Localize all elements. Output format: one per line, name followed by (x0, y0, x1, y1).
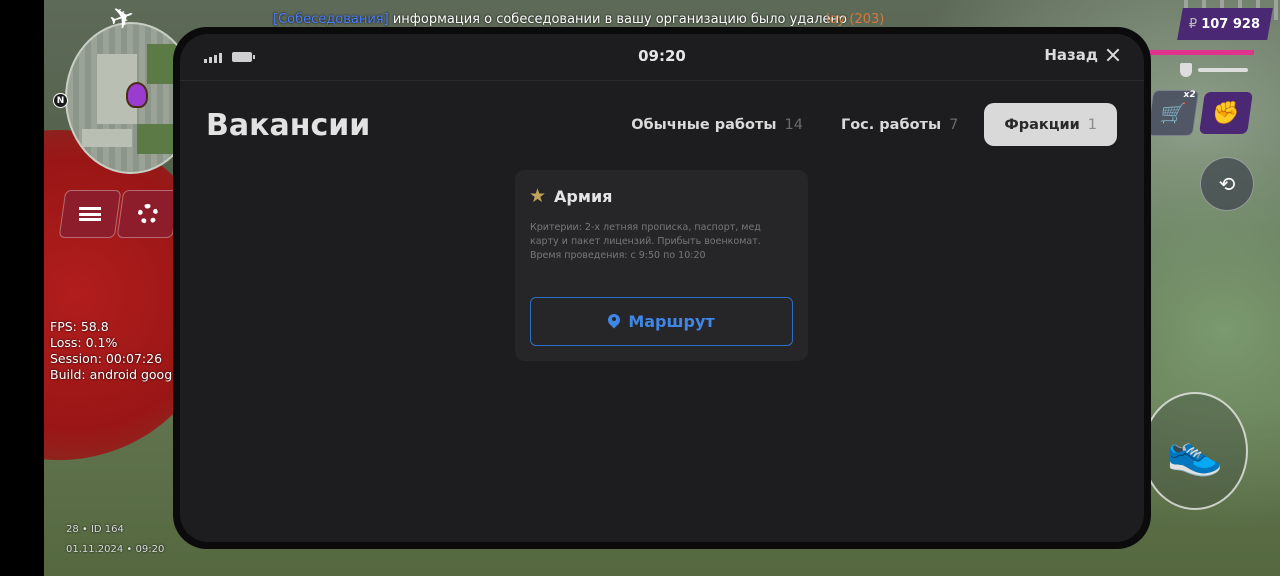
health-bar (1148, 50, 1254, 55)
chat-tag: [Собеседования] (273, 12, 389, 27)
star-icon: ★ (529, 185, 547, 207)
settings-icon (138, 204, 158, 224)
route-button[interactable]: Маршрут (530, 297, 793, 346)
vacancy-tabs: Обычные работы 14 Гос. работы 7 Фракции … (619, 103, 1117, 146)
player-footer: 28 • ID 164 01.11.2024 • 09:20 (66, 520, 164, 560)
debug-info: FPS: 58.8 Loss: 0.1% Session: 00:07:26 B… (50, 319, 172, 383)
tablet-device: 09:20 Назад Вакансии Обычные работы 14 Г… (173, 27, 1151, 549)
debug-fps: FPS: 58.8 (50, 319, 109, 334)
tab-factions[interactable]: Фракции 1 (984, 103, 1117, 146)
debug-loss: Loss: 0.1% (50, 335, 118, 350)
footer-datetime: 01.11.2024 • 09:20 (66, 544, 165, 555)
tab-label: Фракции (1004, 116, 1080, 133)
sneaker-icon: 👟 (1166, 423, 1224, 478)
player-id: 28 • ID 164 (66, 524, 124, 535)
tablet-screen: 09:20 Назад Вакансии Обычные работы 14 Г… (180, 34, 1144, 542)
fist-icon: ✊ (1210, 100, 1242, 126)
cart-icon: 🛒 (1158, 101, 1188, 125)
tab-gov-jobs[interactable]: Гос. работы 7 (829, 103, 972, 146)
fist-button[interactable]: ✊ (1199, 92, 1253, 134)
status-clock: 09:20 (638, 47, 686, 65)
close-icon[interactable] (1106, 48, 1120, 62)
money-value: 107 928 (1201, 16, 1261, 32)
camera-button[interactable]: ⟲ (1200, 157, 1254, 211)
chat-message: [Собеседования] информация о собеседован… (273, 12, 847, 27)
back-label: Назад (1044, 46, 1098, 64)
sprint-button[interactable]: 👟 (1142, 392, 1248, 510)
status-bar: 09:20 Назад (180, 34, 1144, 81)
menu-icon (79, 207, 101, 221)
player-marker-icon (126, 82, 148, 108)
job-title: Армия (554, 187, 613, 206)
settings-button[interactable] (116, 190, 180, 238)
currency-symbol: ₽ (1189, 16, 1198, 32)
shop-button[interactable]: 🛒 x2 (1146, 90, 1200, 136)
tab-count: 7 (949, 116, 959, 133)
tab-label: Обычные работы (631, 116, 777, 133)
multiplier-badge: x2 (1182, 90, 1197, 100)
left-black-bar (0, 0, 44, 576)
armor-bar (1198, 68, 1248, 72)
chat-text: информация о собеседовании в вашу органи… (392, 12, 847, 27)
debug-build: Build: android goog (50, 367, 173, 382)
north-icon: N (53, 93, 68, 108)
shield-icon (1180, 63, 1192, 77)
debug-session: Session: 00:07:26 (50, 351, 163, 366)
job-description: Критерии: 2-х летняя прописка, паспорт, … (530, 222, 761, 261)
job-header: ★ Армия (529, 185, 613, 207)
tab-label: Гос. работы (840, 116, 942, 133)
chat-tail: loy (203) (826, 12, 885, 27)
route-label: Маршрут (628, 312, 715, 331)
camera-icon: ⟲ (1218, 172, 1236, 196)
page-title: Вакансии (206, 108, 371, 143)
money-badge: ₽107 928 (1177, 8, 1273, 40)
back-button[interactable]: Назад (1044, 46, 1120, 64)
map-pin-icon (608, 314, 620, 330)
tab-count: 14 (784, 116, 803, 133)
menu-button[interactable] (58, 190, 122, 238)
job-card: ★ Армия Критерии: 2-х летняя прописка, п… (515, 170, 808, 361)
tab-count: 1 (1087, 116, 1097, 133)
armor-row (1180, 63, 1248, 77)
tab-regular-jobs[interactable]: Обычные работы 14 (619, 103, 817, 146)
